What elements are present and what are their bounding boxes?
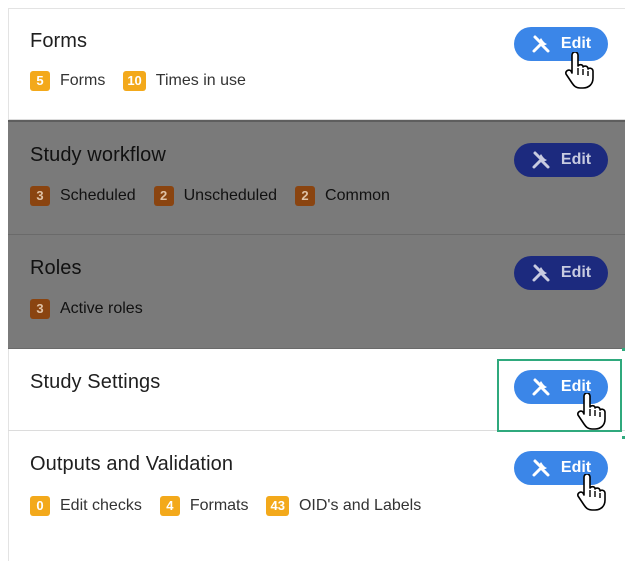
- section-title: Outputs and Validation: [30, 453, 234, 475]
- edit-study-workflow-button[interactable]: Edit: [514, 143, 608, 177]
- section-outputs-validation: Outputs and Validation 0 Edit checks 4 F…: [8, 431, 625, 560]
- badge-list: 0 Edit checks 4 Formats 43 OID's and Lab…: [30, 496, 439, 516]
- edit-roles-button[interactable]: Edit: [514, 256, 608, 290]
- section-title: Forms: [30, 30, 88, 52]
- count-badge: 43: [266, 496, 289, 516]
- badge-label: Edit checks: [60, 497, 142, 514]
- badge-label: Times in use: [155, 72, 246, 89]
- badge-label: OID's and Labels: [298, 497, 422, 514]
- edit-outputs-validation-button[interactable]: Edit: [514, 451, 608, 485]
- section-title: Study Settings: [30, 371, 161, 393]
- badge-label: Active roles: [60, 300, 143, 317]
- section-title: Study workflow: [30, 144, 166, 166]
- badge-label: Scheduled: [60, 187, 136, 204]
- badge-label: Common: [325, 187, 390, 204]
- section-forms: Forms 5 Forms 10 Times in use Edit: [8, 8, 625, 120]
- badge-list: 5 Forms 10 Times in use: [30, 71, 264, 91]
- edit-label: Edit: [560, 264, 592, 281]
- count-badge: 10: [123, 71, 146, 91]
- edit-forms-button[interactable]: Edit: [514, 27, 608, 61]
- count-badge: 0: [30, 496, 50, 516]
- edit-label: Edit: [560, 151, 592, 168]
- tools-icon: [532, 264, 550, 282]
- badge-label: Forms: [60, 72, 106, 89]
- edit-label: Edit: [560, 459, 592, 476]
- section-study-workflow: Study workflow 3 Scheduled 2 Unscheduled…: [8, 120, 625, 235]
- badge-list: 3 Active roles: [30, 299, 161, 319]
- edit-label: Edit: [560, 35, 592, 52]
- count-badge: 3: [30, 299, 50, 319]
- focus-outline: [497, 359, 622, 432]
- count-badge: 5: [30, 71, 50, 91]
- tools-icon: [532, 35, 550, 53]
- tools-icon: [532, 459, 550, 477]
- badge-label: Unscheduled: [183, 187, 278, 204]
- count-badge: 4: [159, 496, 180, 516]
- count-badge: 2: [153, 186, 174, 206]
- badge-label: Formats: [189, 497, 249, 514]
- section-roles: Roles 3 Active roles Edit: [8, 235, 625, 349]
- badge-list: 3 Scheduled 2 Unscheduled 2 Common: [30, 186, 408, 206]
- count-badge: 3: [30, 186, 50, 206]
- section-title: Roles: [30, 257, 82, 279]
- count-badge: 2: [295, 186, 316, 206]
- tools-icon: [532, 151, 550, 169]
